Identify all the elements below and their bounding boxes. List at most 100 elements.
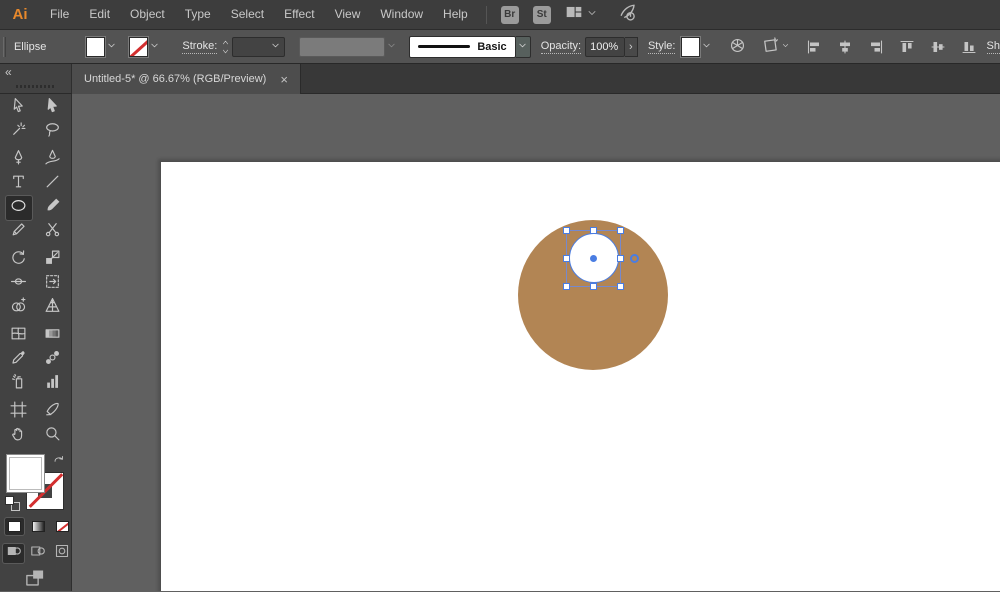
- align-horizontal-center-icon[interactable]: [837, 39, 853, 55]
- ellipse-tool[interactable]: [6, 196, 32, 220]
- control-bar: Ellipse Stroke: Basic Opacity: 100% › St…: [0, 30, 1000, 64]
- live-shape-widget[interactable]: [630, 254, 639, 263]
- tab-close-icon[interactable]: ×: [280, 73, 288, 86]
- menu-edit[interactable]: Edit: [79, 0, 120, 29]
- menu-help[interactable]: Help: [433, 0, 478, 29]
- stroke-label[interactable]: Stroke:: [182, 40, 217, 54]
- draw-behind-icon[interactable]: [27, 544, 48, 563]
- menu-file[interactable]: File: [40, 0, 79, 29]
- swap-fill-stroke-icon[interactable]: [53, 454, 66, 472]
- blend-tool[interactable]: [40, 348, 66, 372]
- stroke-chevron-down-icon[interactable]: [148, 37, 160, 57]
- selection-bounding-box[interactable]: [566, 230, 621, 287]
- selection-handle-n[interactable]: [590, 227, 597, 234]
- fill-color-swatch[interactable]: [86, 37, 105, 57]
- color-button[interactable]: [5, 518, 24, 535]
- gpu-performance-icon[interactable]: [618, 2, 638, 27]
- scale-tool[interactable]: [40, 248, 66, 272]
- rotate-tool-icon: [10, 249, 27, 271]
- stroke-weight-select[interactable]: [232, 37, 285, 57]
- stroke-style-chevron-down-icon[interactable]: [516, 36, 531, 58]
- selection-handle-s[interactable]: [590, 283, 597, 290]
- opacity-field[interactable]: 100%: [585, 37, 625, 57]
- hand-tool[interactable]: [6, 424, 32, 448]
- artboard-tool[interactable]: [6, 400, 32, 424]
- selection-handle-w[interactable]: [563, 255, 570, 262]
- rotate-tool[interactable]: [6, 248, 32, 272]
- stroke-style-dropdown[interactable]: Basic: [409, 36, 515, 58]
- fill-chevron-down-icon[interactable]: [105, 37, 117, 57]
- align-vertical-center-icon[interactable]: [930, 39, 946, 55]
- opacity-label[interactable]: Opacity:: [541, 40, 581, 54]
- pencil-tool[interactable]: [6, 220, 32, 244]
- selection-handle-nw[interactable]: [563, 227, 570, 234]
- lasso-tool-icon: [44, 121, 61, 143]
- mesh-tool-icon: [10, 325, 27, 347]
- screen-mode-icon[interactable]: [25, 568, 45, 592]
- type-tool[interactable]: [6, 172, 32, 196]
- graphic-style-swatch[interactable]: [681, 37, 700, 57]
- panel-grip-icon[interactable]: [16, 85, 56, 88]
- align-horizontal-left-icon[interactable]: [806, 39, 822, 55]
- menu-window[interactable]: Window: [370, 0, 433, 29]
- workspace-switcher-icon[interactable]: [565, 3, 583, 26]
- default-fill-stroke-icon[interactable]: [5, 496, 20, 511]
- bridge-button[interactable]: Br: [501, 6, 519, 24]
- selection-handle-e[interactable]: [617, 255, 624, 262]
- menu-select[interactable]: Select: [221, 0, 274, 29]
- zoom-tool[interactable]: [40, 424, 66, 448]
- stroke-color-swatch[interactable]: [129, 37, 148, 57]
- selection-center-point[interactable]: [590, 255, 597, 262]
- align-horizontal-right-icon[interactable]: [868, 39, 884, 55]
- canvas-pasteboard[interactable]: [72, 94, 1000, 591]
- gradient-button[interactable]: [29, 518, 48, 535]
- style-label[interactable]: Style:: [648, 40, 676, 54]
- menu-type[interactable]: Type: [175, 0, 221, 29]
- recolor-artwork-icon[interactable]: [729, 37, 746, 57]
- document-tab[interactable]: Untitled-5* @ 66.67% (RGB/Preview) ×: [72, 64, 301, 94]
- workspace-chevron-down-icon[interactable]: [586, 6, 598, 24]
- align-vertical-bottom-icon[interactable]: [961, 39, 977, 55]
- stock-button[interactable]: St: [533, 6, 551, 24]
- draw-inside-icon[interactable]: [51, 544, 72, 563]
- column-graph-tool[interactable]: [40, 372, 66, 396]
- width-tool[interactable]: [6, 272, 32, 296]
- free-transform-tool[interactable]: [40, 272, 66, 296]
- menu-view[interactable]: View: [325, 0, 371, 29]
- eyedropper-tool[interactable]: [6, 348, 32, 372]
- style-chevron-down-icon[interactable]: [700, 37, 712, 57]
- collapse-panel-icon[interactable]: «: [5, 64, 12, 80]
- lasso-tool[interactable]: [40, 120, 66, 144]
- selection-handle-se[interactable]: [617, 283, 624, 290]
- opacity-menu-button[interactable]: ›: [625, 37, 638, 57]
- tools-panel: [0, 94, 72, 591]
- selection-handle-ne[interactable]: [617, 227, 624, 234]
- control-bar-grip[interactable]: [3, 37, 6, 57]
- isolate-mode-icon[interactable]: [762, 36, 790, 57]
- selected-tool-label: Ellipse: [14, 41, 46, 53]
- symbol-sprayer-tool[interactable]: [6, 372, 32, 396]
- mesh-tool[interactable]: [6, 324, 32, 348]
- perspective-grid-tool[interactable]: [40, 296, 66, 320]
- align-vertical-top-icon[interactable]: [899, 39, 915, 55]
- slice-tool[interactable]: [40, 400, 66, 424]
- fill-indicator[interactable]: [7, 455, 44, 492]
- stroke-style-value: Basic: [477, 41, 514, 53]
- stroke-weight-stepper[interactable]: [221, 37, 230, 57]
- scissors-tool[interactable]: [40, 220, 66, 244]
- gradient-tool[interactable]: [40, 324, 66, 348]
- pen-tool[interactable]: [6, 148, 32, 172]
- curvature-tool[interactable]: [40, 148, 66, 172]
- paintbrush-tool[interactable]: [40, 196, 66, 220]
- none-button[interactable]: [53, 518, 72, 535]
- direct-selection-tool[interactable]: [40, 96, 66, 120]
- draw-normal-icon[interactable]: [3, 544, 24, 563]
- gradient-tool-icon: [44, 325, 61, 347]
- selection-handle-sw[interactable]: [563, 283, 570, 290]
- menu-effect[interactable]: Effect: [274, 0, 324, 29]
- line-segment-tool[interactable]: [40, 172, 66, 196]
- menu-object[interactable]: Object: [120, 0, 175, 29]
- shape-builder-tool[interactable]: [6, 296, 32, 320]
- magic-wand-tool[interactable]: [6, 120, 32, 144]
- selection-tool[interactable]: [6, 96, 32, 120]
